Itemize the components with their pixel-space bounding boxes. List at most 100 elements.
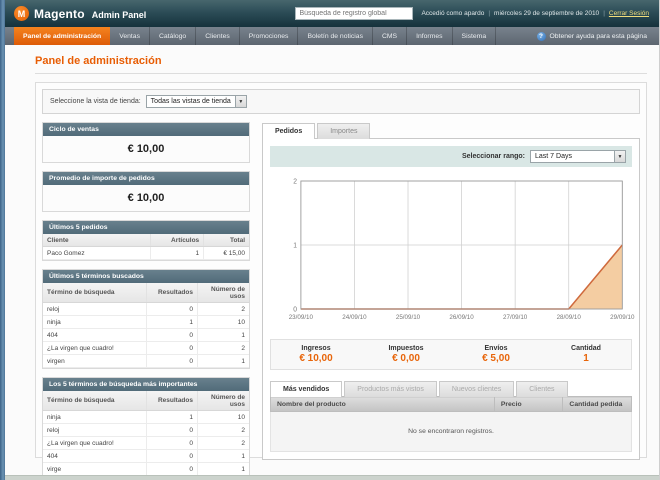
- chart-svg: 0 1 2 23/09/10 24/09/10 25/09/10 26/09/10 27/09…: [289, 178, 635, 321]
- svg-text:26/09/10: 26/09/10: [449, 314, 474, 321]
- svg-text:2: 2: [293, 178, 297, 185]
- table-cell: ninja: [43, 315, 147, 329]
- svg-text:24/09/10: 24/09/10: [342, 314, 367, 321]
- column-header[interactable]: Resultados: [146, 391, 198, 411]
- column-header[interactable]: Total: [203, 234, 249, 247]
- tab-orders[interactable]: Pedidos: [262, 123, 316, 139]
- table-cell: reloj: [43, 423, 147, 437]
- dashboard-container: Seleccione la vista de tienda: Todas las…: [35, 82, 647, 477]
- logo-text: Magento: [34, 6, 85, 21]
- column-header[interactable]: Número de usos: [197, 391, 249, 411]
- table-row[interactable]: ninja 1 10: [43, 410, 249, 424]
- tab-customers[interactable]: Clientes: [516, 381, 568, 397]
- chart-tabs: Pedidos Importes: [262, 122, 640, 139]
- nav-item-catalog[interactable]: Catálogo: [150, 27, 197, 45]
- average-orders-value: € 10,00: [43, 185, 249, 211]
- magento-logo: M Magento Admin Panel: [14, 6, 146, 21]
- column-header[interactable]: Cliente: [43, 234, 151, 247]
- last-search-terms-panel: Últimos 5 términos buscados Término de b…: [42, 269, 250, 369]
- table-row[interactable]: 404 0 1: [43, 449, 249, 463]
- average-orders-panel: Promedio de importe de pedidos € 10,00: [42, 171, 250, 212]
- table-row[interactable]: virge 0 1: [43, 462, 249, 476]
- window-left-edge: [0, 0, 5, 480]
- orders-area-chart: 0 1 2 23/09/10 24/09/10 25/09/10 26/09/10 27/09…: [270, 167, 635, 331]
- svg-text:28/09/10: 28/09/10: [557, 314, 582, 321]
- totals-bar: Ingresos € 10,00 Impuestos € 0,00 Envíos…: [270, 339, 632, 370]
- separator: |: [488, 10, 491, 17]
- table-row[interactable]: ¿La virgen que cuadro! 0 2: [43, 341, 249, 355]
- last-orders-title: Últimos 5 pedidos: [43, 221, 249, 234]
- nav-item-cms[interactable]: CMS: [373, 27, 408, 45]
- nav-item-newsletter[interactable]: Boletín de noticias: [298, 27, 373, 45]
- tab-amounts[interactable]: Importes: [317, 123, 371, 139]
- stat-value: 1: [583, 353, 589, 364]
- nav-item-customers[interactable]: Clientes: [196, 27, 240, 45]
- table-cell: 1: [146, 315, 198, 329]
- table-cell: 2: [197, 423, 249, 437]
- table-row[interactable]: 404 0 1: [43, 328, 249, 342]
- get-help-link[interactable]: ? Obtener ayuda para esta página: [536, 27, 660, 45]
- table-header-row: Término de búsqueda Resultados Número de…: [43, 391, 249, 411]
- table-cell: 1: [197, 354, 249, 368]
- table-row[interactable]: Paco Gomez 1 € 15,00: [43, 246, 249, 260]
- tab-bestsellers[interactable]: Más vendidos: [270, 381, 343, 397]
- last-search-terms-title: Últimos 5 términos buscados: [43, 270, 249, 283]
- products-tabs: Más vendidos Productos más vistos Nuevos…: [270, 380, 632, 397]
- table-row[interactable]: virgen 0 1: [43, 354, 249, 368]
- table-cell: 2: [197, 436, 249, 450]
- table-header-row: Cliente Artículos Total: [43, 234, 249, 247]
- column-header[interactable]: Cantidad pedida: [562, 396, 632, 412]
- column-header[interactable]: Artículos: [150, 234, 205, 247]
- top-header: M Magento Admin Panel Accedió como apard…: [0, 0, 659, 27]
- table-cell: 0: [146, 341, 198, 355]
- table-cell: 1: [197, 462, 249, 476]
- chevron-down-icon: ▼: [234, 96, 246, 107]
- range-selector-bar: Seleccionar rango: Last 7 Days ▼: [270, 146, 632, 167]
- table-cell: 2: [197, 341, 249, 355]
- table-cell: € 15,00: [203, 246, 249, 260]
- separator: |: [603, 10, 605, 17]
- column-header[interactable]: Número de usos: [197, 283, 249, 303]
- stat-shipping: Envíos € 5,00: [451, 345, 541, 364]
- nav-item-system[interactable]: Sistema: [453, 27, 497, 45]
- help-label: Obtener ayuda para esta página: [549, 32, 648, 40]
- column-header[interactable]: Nombre del producto: [270, 396, 495, 412]
- stat-revenue: Ingresos € 10,00: [271, 345, 361, 364]
- range-select[interactable]: Last 7 Days ▼: [530, 150, 626, 163]
- tab-most-viewed[interactable]: Productos más vistos: [344, 381, 437, 397]
- nav-item-dashboard[interactable]: Panel de administración: [14, 27, 111, 45]
- tab-new-customers[interactable]: Nuevos clientes: [438, 381, 515, 397]
- logout-link[interactable]: Cerrar Sesión: [609, 10, 649, 17]
- empty-row: No se encontraron registros.: [270, 411, 632, 452]
- no-records-text: No se encontraron registros.: [270, 411, 632, 452]
- column-header[interactable]: Término de búsqueda: [43, 283, 147, 303]
- svg-text:27/09/10: 27/09/10: [503, 314, 528, 321]
- stat-label: Cantidad: [571, 345, 601, 352]
- nav-item-reports[interactable]: Informes: [407, 27, 453, 45]
- window-bottom-edge: [0, 475, 659, 480]
- nav-item-sales[interactable]: Ventas: [110, 27, 150, 45]
- table-cell: 404: [43, 449, 147, 463]
- table-row[interactable]: reloj 0 2: [43, 302, 249, 316]
- global-search-input[interactable]: [295, 7, 414, 20]
- nav-item-promotions[interactable]: Promociones: [240, 27, 299, 45]
- average-orders-title: Promedio de importe de pedidos: [43, 172, 249, 185]
- column-header[interactable]: Precio: [493, 396, 564, 412]
- column-header[interactable]: Resultados: [146, 283, 198, 303]
- range-value: Last 7 Days: [535, 153, 572, 160]
- title-divider: [35, 73, 647, 74]
- table-cell: ¿La virgen que cuadro!: [43, 436, 147, 450]
- table-row[interactable]: reloj 0 2: [43, 423, 249, 437]
- table-cell: 0: [146, 449, 198, 463]
- svg-text:25/09/10: 25/09/10: [396, 314, 421, 321]
- column-header[interactable]: Término de búsqueda: [43, 391, 147, 411]
- magento-admin-window: M Magento Admin Panel Accedió como apard…: [0, 0, 660, 480]
- table-cell: 2: [197, 302, 249, 316]
- stat-label: Ingresos: [301, 345, 331, 352]
- table-row[interactable]: ninja 1 10: [43, 315, 249, 329]
- table-row[interactable]: ¿La virgen que cuadro! 0 2: [43, 436, 249, 450]
- table-cell: 0: [146, 436, 198, 450]
- stat-tax: Impuestos € 0,00: [361, 345, 451, 364]
- lifetime-sales-panel: Ciclo de ventas € 10,00: [42, 122, 250, 163]
- store-view-select[interactable]: Todas las vistas de tienda ▼: [145, 95, 247, 108]
